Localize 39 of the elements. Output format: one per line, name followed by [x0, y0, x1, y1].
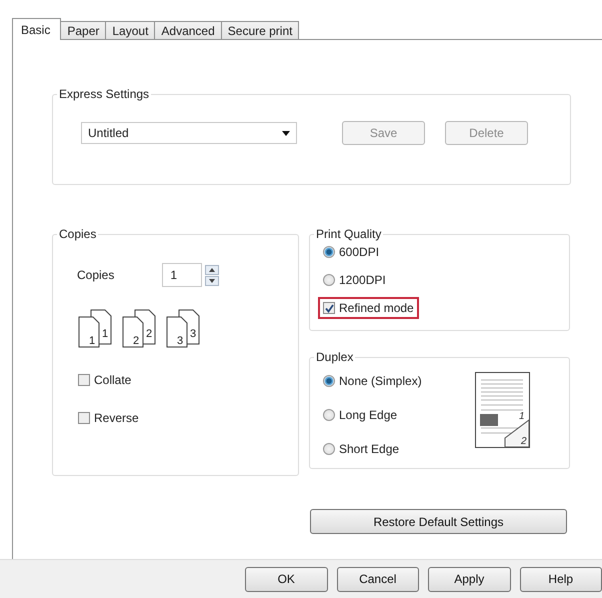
restore-defaults-button[interactable]: Restore Default Settings: [310, 509, 567, 534]
checkbox[interactable]: [78, 374, 90, 386]
checkbox-label: Reverse: [94, 411, 139, 425]
checkbox[interactable]: [78, 412, 90, 424]
radio-button[interactable]: [323, 409, 335, 421]
option-label: Short Edge: [339, 442, 400, 456]
group-title: Duplex: [315, 350, 354, 364]
radio-button[interactable]: [323, 375, 335, 387]
spin-up-button[interactable]: [205, 264, 220, 274]
group-title: Print Quality: [315, 227, 382, 241]
tab[interactable]: Paper: [60, 21, 106, 40]
radio-button[interactable]: [323, 443, 335, 455]
option-label: 600DPI: [339, 245, 380, 259]
checkbox-label: Collate: [94, 373, 132, 387]
copies-label: Copies: [77, 268, 114, 282]
group-title: Copies: [58, 227, 98, 241]
dialog-button[interactable]: Cancel: [336, 566, 419, 592]
down-arrow-icon: [209, 278, 216, 282]
radio-button[interactable]: [323, 246, 335, 258]
dialog-button[interactable]: OK: [245, 566, 328, 592]
spin-down-button[interactable]: [205, 276, 220, 286]
radio-button[interactable]: [323, 274, 335, 286]
option-label: Refined mode: [339, 301, 414, 315]
copies-field[interactable]: 1: [162, 263, 202, 287]
tab[interactable]: Secure print: [220, 21, 300, 40]
checkbox[interactable]: [323, 302, 335, 314]
dropdown-arrow-icon: [282, 130, 290, 136]
option-label: 1200DPI: [339, 273, 386, 287]
tab[interactable]: Basic: [12, 18, 62, 40]
option-label: None (Simplex): [339, 374, 422, 388]
dialog-button[interactable]: Apply: [428, 566, 510, 592]
group-title: Express Settings: [58, 87, 150, 101]
dialog-button[interactable]: Help: [520, 566, 602, 592]
up-arrow-icon: [209, 268, 216, 272]
option-label: Long Edge: [339, 408, 398, 422]
tab[interactable]: Layout: [105, 21, 156, 40]
preset-dropdown[interactable]: Untitled: [81, 122, 297, 144]
tab[interactable]: Advanced: [154, 21, 222, 40]
duplex-preview-icon: 1 2: [475, 372, 531, 448]
